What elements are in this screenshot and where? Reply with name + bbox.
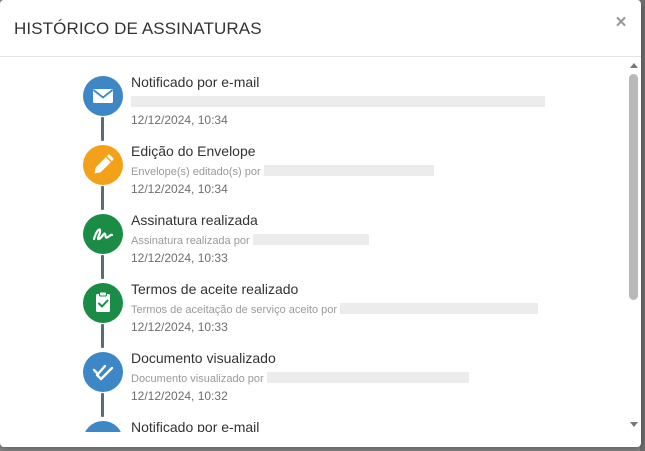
double-check-icon	[83, 352, 123, 392]
event-title: Termos de aceite realizado	[131, 281, 299, 297]
event-description: Documento visualizado por	[131, 372, 469, 385]
redacted-text	[252, 234, 369, 245]
redacted-text	[340, 303, 539, 314]
event-description: Assinatura realizada por	[131, 234, 369, 247]
vertical-scrollbar[interactable]	[626, 58, 641, 432]
scrollbar-thumb[interactable]	[629, 74, 638, 300]
event-description	[131, 96, 545, 109]
event-description-text: Termos de aceitação de serviço aceito po…	[131, 304, 338, 316]
redacted-text	[131, 96, 545, 107]
envelope-icon	[83, 76, 123, 116]
scroll-down-arrow-icon[interactable]	[630, 422, 638, 427]
timeline-event: Termos de aceite realizado Termos de ace…	[0, 265, 626, 334]
envelope-icon	[83, 421, 123, 432]
event-title: Notificado por e-mail	[131, 74, 260, 90]
modal-header: HISTÓRICO DE ASSINATURAS ×	[0, 0, 641, 57]
signature-history-modal: HISTÓRICO DE ASSINATURAS × Notificado po…	[0, 0, 641, 447]
event-description-text: Assinatura realizada por	[131, 235, 250, 247]
timeline-event: Assinatura realizada Assinatura realizad…	[0, 196, 626, 265]
timeline-event: Notificado por e-mail	[0, 403, 626, 432]
redacted-text	[263, 165, 434, 176]
event-description: Envelope(s) editado(s) por	[131, 165, 434, 178]
pencil-icon	[83, 145, 123, 185]
event-title: Documento visualizado	[131, 350, 276, 366]
event-description-text: Documento visualizado por	[131, 373, 264, 385]
modal-title: HISTÓRICO DE ASSINATURAS	[14, 19, 262, 38]
timeline-event: Edição do Envelope Envelope(s) editado(s…	[0, 127, 626, 196]
redacted-text	[266, 372, 469, 383]
timeline-event: Documento visualizado Documento visualiz…	[0, 334, 626, 403]
event-title: Notificado por e-mail	[131, 419, 260, 432]
scroll-up-arrow-icon[interactable]	[630, 63, 638, 68]
event-timestamp: 12/12/2024, 10:34	[131, 182, 228, 196]
event-timestamp: 12/12/2024, 10:33	[131, 320, 228, 334]
event-title: Edição do Envelope	[131, 143, 256, 159]
timeline: Notificado por e-mail 12/12/2024, 10:34 …	[0, 58, 626, 432]
event-timestamp: 12/12/2024, 10:33	[131, 251, 228, 265]
event-timestamp: 12/12/2024, 10:32	[131, 389, 228, 403]
event-timestamp: 12/12/2024, 10:34	[131, 113, 228, 127]
signature-icon	[83, 214, 123, 254]
clipboard-check-icon	[83, 283, 123, 323]
timeline-event: Notificado por e-mail 12/12/2024, 10:34	[0, 58, 626, 127]
close-button[interactable]: ×	[613, 13, 629, 33]
event-description-text: Envelope(s) editado(s) por	[131, 166, 261, 178]
event-title: Assinatura realizada	[131, 212, 258, 228]
event-description: Termos de aceitação de serviço aceito po…	[131, 303, 539, 316]
